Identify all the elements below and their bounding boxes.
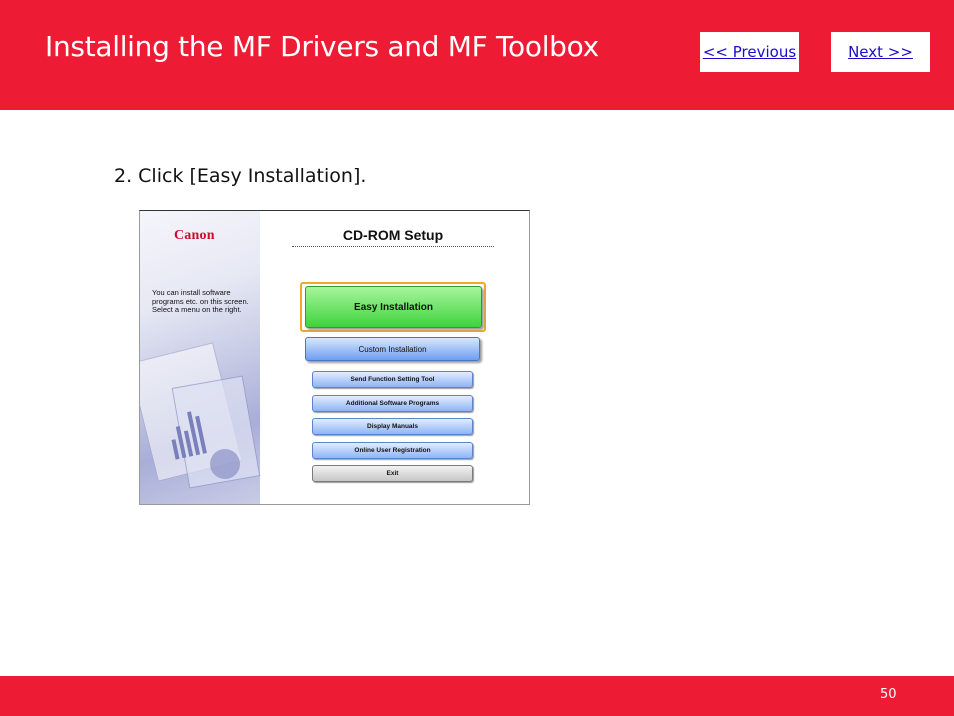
cdrom-setup-screenshot: Canon CD-ROM Setup You can install softw… <box>139 210 530 505</box>
online-registration-button[interactable]: Online User Registration <box>312 442 473 459</box>
exit-button[interactable]: Exit <box>312 465 473 482</box>
setup-description: You can install software programs etc. o… <box>152 288 249 314</box>
display-manuals-button[interactable]: Display Manuals <box>312 418 473 435</box>
next-button[interactable]: Next >> <box>831 32 930 72</box>
slide-title: Installing the MF Drivers and MF Toolbox <box>45 30 599 63</box>
custom-installation-button[interactable]: Custom Installation <box>305 337 480 361</box>
slide-header: Installing the MF Drivers and MF Toolbox… <box>0 0 954 110</box>
canon-logo: Canon <box>174 228 215 243</box>
page-number: 50 <box>880 687 897 702</box>
easy-installation-button[interactable]: Easy Installation <box>305 286 482 328</box>
circle-graphic <box>210 449 240 479</box>
slide-footer: 50 <box>0 676 954 716</box>
step-instruction: 2. Click [Easy Installation]. <box>114 165 367 187</box>
previous-link[interactable]: << Previous <box>703 43 796 61</box>
send-function-setting-tool-button[interactable]: Send Function Setting Tool <box>312 371 473 388</box>
additional-software-button[interactable]: Additional Software Programs <box>312 395 473 412</box>
next-link[interactable]: Next >> <box>848 43 913 61</box>
previous-button[interactable]: << Previous <box>700 32 799 72</box>
setup-title: CD-ROM Setup <box>292 227 494 247</box>
decorative-artwork <box>140 211 261 504</box>
